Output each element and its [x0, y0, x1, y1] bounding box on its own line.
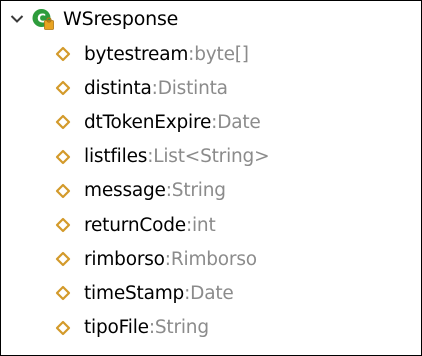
field-type: String: [154, 317, 209, 339]
field-name: dtTokenExpire: [84, 111, 212, 133]
tree-node-wsresponse[interactable]: C WSresponse: [7, 1, 421, 37]
tree-node-field[interactable]: dtTokenExpire : Date: [7, 105, 421, 139]
class-icon: C: [31, 7, 55, 31]
field-name: tipoFile: [84, 317, 149, 339]
field-type: Date: [190, 282, 234, 304]
chevron-down-icon[interactable]: [7, 9, 27, 29]
field-type: Distinta: [157, 77, 228, 99]
field-type: int: [191, 214, 216, 236]
field-icon: [55, 251, 71, 267]
field-name: listfiles: [84, 146, 148, 168]
field-name: timeStamp: [84, 282, 185, 304]
tree-node-field[interactable]: tipoFile : String: [7, 311, 421, 345]
field-icon: [55, 149, 71, 165]
field-list: bytestream : byte[] distinta : Distinta dt…: [7, 37, 421, 345]
tree-node-field[interactable]: rimborso : Rimborso: [7, 242, 421, 276]
outline-tree: C WSresponse bytestream : byte[] distinta…: [7, 1, 421, 345]
field-name: returnCode: [84, 214, 186, 236]
field-icon: [55, 183, 71, 199]
field-icon: [55, 285, 71, 301]
field-icon: [55, 114, 71, 130]
tree-node-field[interactable]: listfiles : List<String>: [7, 140, 421, 174]
field-icon: [55, 217, 71, 233]
field-type: byte[]: [194, 43, 249, 65]
field-icon: [55, 46, 71, 62]
field-name: message: [84, 180, 166, 202]
tree-node-field[interactable]: distinta : Distinta: [7, 71, 421, 105]
field-icon: [55, 320, 71, 336]
field-icon: [55, 80, 71, 96]
outline-view: C WSresponse bytestream : byte[] distinta…: [0, 0, 422, 356]
field-type: Rimborso: [170, 248, 257, 270]
tree-node-field[interactable]: timeStamp : Date: [7, 276, 421, 310]
field-name: bytestream: [84, 43, 189, 65]
tree-node-field[interactable]: bytestream : byte[]: [7, 37, 421, 71]
field-type: Date: [217, 111, 261, 133]
field-name: rimborso: [84, 248, 165, 270]
tree-node-field[interactable]: message : String: [7, 174, 421, 208]
field-type: List<String>: [153, 146, 270, 168]
field-name: distinta: [84, 77, 152, 99]
field-type: String: [171, 180, 226, 202]
tree-node-field[interactable]: returnCode : int: [7, 208, 421, 242]
class-name: WSresponse: [63, 8, 179, 30]
